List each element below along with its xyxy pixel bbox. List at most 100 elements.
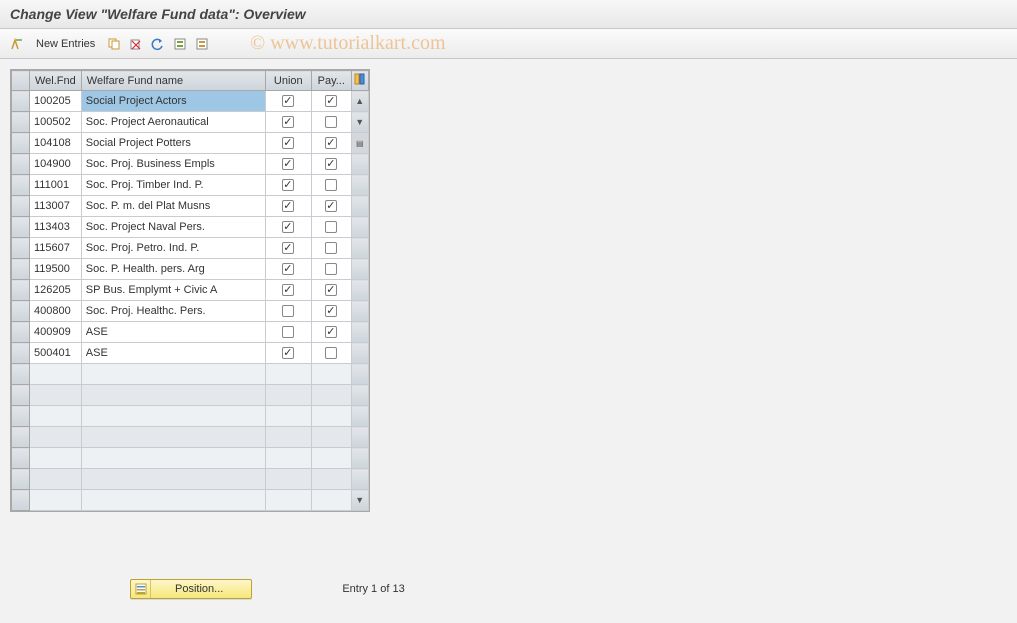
union-checkbox[interactable] <box>282 116 294 128</box>
name-input[interactable] <box>82 217 265 237</box>
row-selector[interactable] <box>12 301 30 322</box>
pay-checkbox[interactable] <box>325 137 337 149</box>
pay-checkbox[interactable] <box>325 242 337 254</box>
row-selector[interactable] <box>12 280 30 301</box>
row-selector[interactable] <box>12 448 30 469</box>
table-row <box>12 175 369 196</box>
union-checkbox[interactable] <box>282 326 294 338</box>
union-checkbox[interactable] <box>282 158 294 170</box>
col-header-pay[interactable]: Pay... <box>311 71 351 91</box>
row-selector[interactable] <box>12 217 30 238</box>
col-header-code[interactable]: Wel.Fnd <box>30 71 82 91</box>
scrollbar-track <box>351 322 368 343</box>
scrollbar-track <box>351 364 368 385</box>
col-header-name[interactable]: Welfare Fund name <box>81 71 265 91</box>
name-input[interactable] <box>82 238 265 258</box>
table-row <box>12 280 369 301</box>
name-input[interactable] <box>82 154 265 174</box>
pay-checkbox[interactable] <box>325 263 337 275</box>
scrollbar-track[interactable]: ▼ <box>351 490 368 511</box>
union-checkbox[interactable] <box>282 347 294 359</box>
name-input[interactable] <box>82 343 265 363</box>
scrollbar-track: ▤ <box>351 133 368 154</box>
pay-checkbox[interactable] <box>325 179 337 191</box>
union-checkbox[interactable] <box>282 242 294 254</box>
pay-checkbox[interactable] <box>325 305 337 317</box>
toggle-icon[interactable] <box>8 35 26 53</box>
code-input[interactable] <box>30 322 81 342</box>
union-checkbox[interactable] <box>282 137 294 149</box>
code-input[interactable] <box>30 280 81 300</box>
delete-icon[interactable] <box>127 35 145 53</box>
row-selector[interactable] <box>12 406 30 427</box>
row-selector[interactable] <box>12 259 30 280</box>
code-input[interactable] <box>30 238 81 258</box>
table-row: ▼ <box>12 490 369 511</box>
name-input[interactable] <box>82 91 265 111</box>
row-selector[interactable] <box>12 238 30 259</box>
name-input[interactable] <box>82 301 265 321</box>
pay-checkbox[interactable] <box>325 284 337 296</box>
row-selector[interactable] <box>12 343 30 364</box>
name-input[interactable] <box>82 133 265 153</box>
row-selector[interactable] <box>12 133 30 154</box>
row-selector[interactable] <box>12 196 30 217</box>
empty-cell <box>81 448 265 469</box>
deselect-all-icon[interactable] <box>193 35 211 53</box>
name-input[interactable] <box>82 322 265 342</box>
code-input[interactable] <box>30 112 81 132</box>
union-checkbox[interactable] <box>282 263 294 275</box>
row-selector[interactable] <box>12 490 30 511</box>
row-selector[interactable] <box>12 469 30 490</box>
scrollbar-track <box>351 154 368 175</box>
pay-checkbox[interactable] <box>325 221 337 233</box>
col-header-select[interactable] <box>12 71 30 91</box>
code-input[interactable] <box>30 217 81 237</box>
empty-cell <box>81 385 265 406</box>
code-input[interactable] <box>30 154 81 174</box>
row-selector[interactable] <box>12 385 30 406</box>
pay-checkbox[interactable] <box>325 95 337 107</box>
row-selector[interactable] <box>12 322 30 343</box>
code-input[interactable] <box>30 343 81 363</box>
row-selector[interactable] <box>12 427 30 448</box>
select-all-icon[interactable] <box>171 35 189 53</box>
pay-checkbox[interactable] <box>325 116 337 128</box>
undo-icon[interactable] <box>149 35 167 53</box>
code-input[interactable] <box>30 91 81 111</box>
name-input[interactable] <box>82 112 265 132</box>
position-button[interactable]: Position... <box>130 579 252 599</box>
row-selector[interactable] <box>12 112 30 133</box>
code-input[interactable] <box>30 133 81 153</box>
row-selector[interactable] <box>12 154 30 175</box>
row-selector[interactable] <box>12 91 30 112</box>
union-checkbox[interactable] <box>282 95 294 107</box>
union-checkbox[interactable] <box>282 200 294 212</box>
table-config-icon[interactable] <box>351 71 368 91</box>
pay-checkbox[interactable] <box>325 326 337 338</box>
col-header-union[interactable]: Union <box>265 71 311 91</box>
code-input[interactable] <box>30 175 81 195</box>
union-checkbox[interactable] <box>282 284 294 296</box>
union-checkbox[interactable] <box>282 305 294 317</box>
scrollbar-track[interactable]: ▲ <box>351 91 368 112</box>
name-input[interactable] <box>82 175 265 195</box>
name-input[interactable] <box>82 196 265 216</box>
row-selector[interactable] <box>12 175 30 196</box>
name-input[interactable] <box>82 259 265 279</box>
new-entries-button[interactable]: New Entries <box>30 36 101 52</box>
pay-checkbox[interactable] <box>325 158 337 170</box>
copy-icon[interactable] <box>105 35 123 53</box>
empty-cell <box>311 469 351 490</box>
code-input[interactable] <box>30 196 81 216</box>
union-checkbox[interactable] <box>282 221 294 233</box>
code-input[interactable] <box>30 259 81 279</box>
pay-checkbox[interactable] <box>325 347 337 359</box>
name-input[interactable] <box>82 280 265 300</box>
empty-cell <box>265 406 311 427</box>
union-checkbox[interactable] <box>282 179 294 191</box>
scrollbar-track[interactable]: ▼ <box>351 112 368 133</box>
pay-checkbox[interactable] <box>325 200 337 212</box>
row-selector[interactable] <box>12 364 30 385</box>
code-input[interactable] <box>30 301 81 321</box>
